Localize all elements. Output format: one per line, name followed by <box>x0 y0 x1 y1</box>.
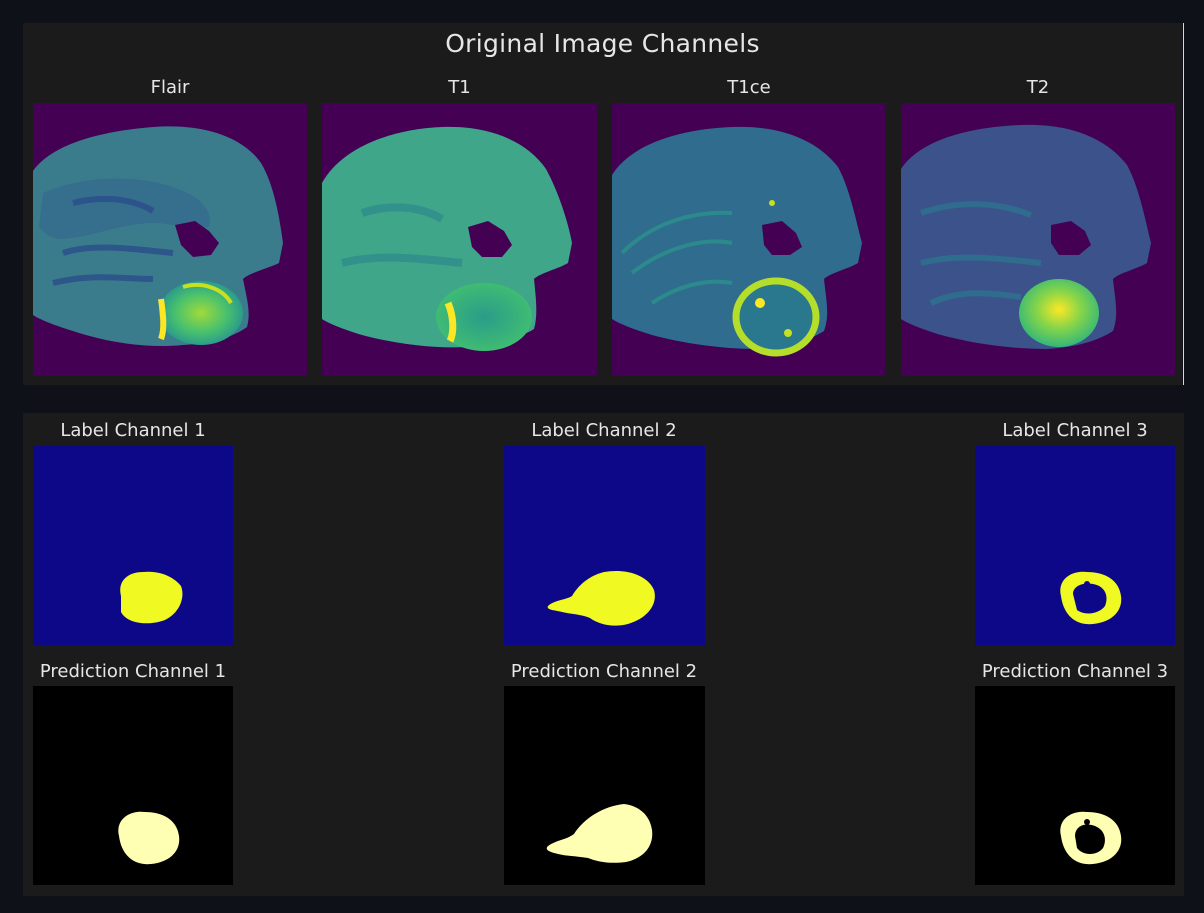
prediction-title-1: Prediction Channel 1 <box>39 661 227 682</box>
prediction-mask-2 <box>504 686 705 885</box>
channel-title-t2: T2 <box>1026 77 1050 98</box>
label-mask-2 <box>504 446 705 645</box>
label-title-3: Label Channel 3 <box>1002 420 1148 441</box>
t1ce-image <box>612 103 886 376</box>
labels-predictions-panel: Label Channel 1 Label Channel 2 Label Ch… <box>23 413 1184 896</box>
image-channels-panel: Original Image Channels Flair T1 T1ce T2 <box>23 23 1182 385</box>
prediction-mask-3 <box>975 686 1175 885</box>
flair-image <box>33 103 307 376</box>
label-mask-3 <box>975 446 1175 645</box>
prediction-mask-1 <box>33 686 233 885</box>
channel-title-t1ce: T1ce <box>727 77 771 98</box>
label-mask-1 <box>33 446 233 645</box>
t1-image <box>322 103 597 376</box>
prediction-title-3: Prediction Channel 3 <box>981 661 1169 682</box>
channel-title-flair: Flair <box>150 77 190 98</box>
channel-title-t1: T1 <box>448 77 471 98</box>
prediction-title-2: Prediction Channel 2 <box>510 661 698 682</box>
label-title-1: Label Channel 1 <box>60 420 206 441</box>
divider-line <box>1183 23 1184 385</box>
figure-title: Original Image Channels <box>445 29 760 58</box>
t2-image <box>901 103 1175 376</box>
label-title-2: Label Channel 2 <box>531 420 677 441</box>
